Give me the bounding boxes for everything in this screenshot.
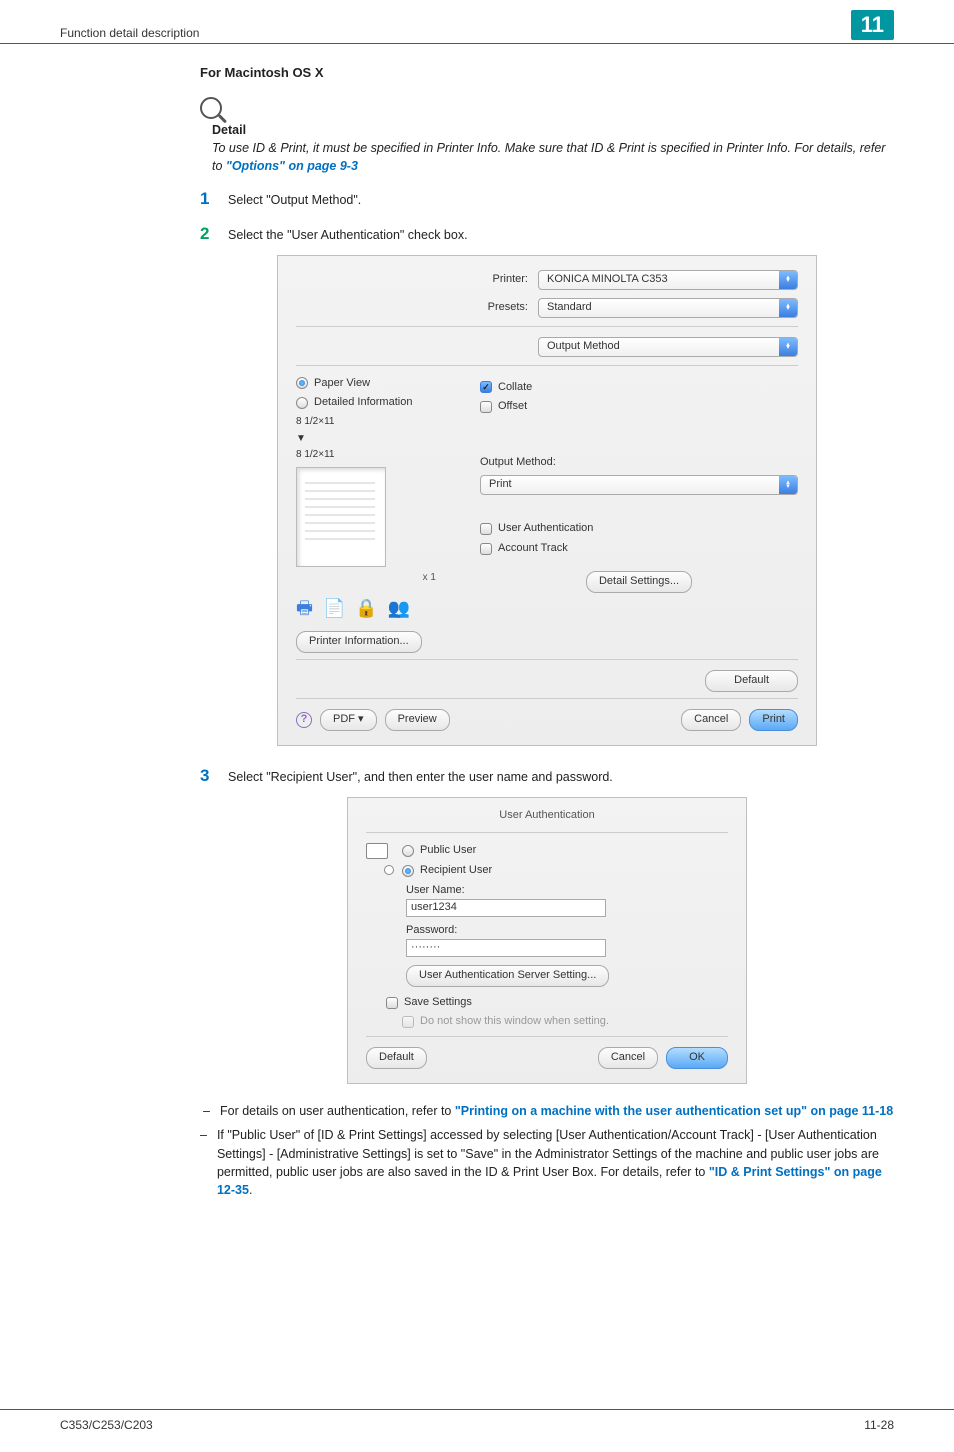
detailed-info-radio[interactable]: Detailed Information <box>296 395 466 411</box>
checkbox-icon <box>402 1016 414 1028</box>
chevron-updown-icon <box>779 338 797 356</box>
cancel-button[interactable]: Cancel <box>681 709 741 731</box>
magnifier-icon <box>200 97 222 119</box>
chevron-updown-icon <box>779 271 797 289</box>
printer-information-button[interactable]: Printer Information... <box>296 631 422 653</box>
collate-label: Collate <box>498 380 532 396</box>
document-icon[interactable]: 📄 <box>323 595 345 621</box>
paper-view-radio[interactable]: Paper View <box>296 376 466 392</box>
help-icon[interactable]: ? <box>296 712 312 728</box>
do-not-show-checkbox: Do not show this window when setting. <box>402 1014 728 1030</box>
panel-select[interactable]: Output Method <box>538 337 798 357</box>
default-button[interactable]: Default <box>366 1047 427 1069</box>
note-1-pre: For details on user authentication, refe… <box>220 1104 455 1118</box>
offset-checkbox[interactable]: Offset <box>480 399 798 415</box>
detail-label: Detail <box>212 121 894 139</box>
header-title: Function detail description <box>60 26 199 40</box>
password-value: ········ <box>411 940 440 956</box>
do-not-show-label: Do not show this window when setting. <box>420 1014 609 1030</box>
note-2: If "Public User" of [ID & Print Settings… <box>217 1126 894 1199</box>
output-method-select[interactable]: Print <box>480 475 798 495</box>
pdf-button[interactable]: PDF ▾ <box>320 709 377 731</box>
step-number-2: 2 <box>200 222 214 247</box>
auth-user-icon <box>366 843 394 875</box>
ok-button[interactable]: OK <box>666 1047 728 1069</box>
user-authentication-checkbox[interactable]: User Authentication <box>480 521 798 537</box>
password-input[interactable]: ········ <box>406 939 606 957</box>
print-button[interactable]: Print <box>749 709 798 731</box>
period: . <box>249 1183 252 1197</box>
step-3-text: Select "Recipient User", and then enter … <box>228 768 894 786</box>
output-method-label: Output Method: <box>480 455 798 471</box>
lock-icon[interactable]: 🔒 <box>355 595 377 621</box>
password-label: Password: <box>406 923 728 939</box>
bullet-dash: – <box>200 1126 207 1199</box>
account-track-label: Account Track <box>498 541 568 557</box>
detail-settings-button[interactable]: Detail Settings... <box>586 571 692 593</box>
paper-view-label: Paper View <box>314 376 370 392</box>
cancel-button[interactable]: Cancel <box>598 1047 658 1069</box>
note-1-link[interactable]: "Printing on a machine with the user aut… <box>455 1104 893 1118</box>
user-authentication-dialog: User Authentication Public User Recipien… <box>347 797 747 1084</box>
size-bottom: 8 1/2×11 <box>296 448 466 463</box>
os-heading: For Macintosh OS X <box>200 64 894 83</box>
checkbox-icon <box>480 381 492 393</box>
public-user-label: Public User <box>420 843 476 859</box>
save-settings-checkbox[interactable]: Save Settings <box>386 995 728 1011</box>
step-number-3: 3 <box>200 764 214 789</box>
step-1-text: Select "Output Method". <box>228 191 894 209</box>
options-link[interactable]: "Options" on page 9-3 <box>226 159 358 173</box>
radio-icon <box>296 397 308 409</box>
user-auth-label: User Authentication <box>498 521 593 537</box>
recipient-user-radio[interactable]: Recipient User <box>402 863 492 879</box>
user-name-label: User Name: <box>406 883 728 899</box>
user-name-input[interactable]: user1234 <box>406 899 606 917</box>
printer-select[interactable]: KONICA MINOLTA C353 <box>538 270 798 290</box>
collate-checkbox[interactable]: Collate <box>480 380 798 396</box>
printer-icon[interactable]: 🖶 <box>296 595 313 621</box>
detail-text: To use ID & Print, it must be specified … <box>212 139 894 175</box>
step-number-1: 1 <box>200 187 214 212</box>
note-1: For details on user authentication, refe… <box>220 1102 893 1120</box>
page-preview <box>296 467 386 567</box>
preview-button[interactable]: Preview <box>385 709 450 731</box>
printer-label: Printer: <box>468 272 528 288</box>
panel-value: Output Method <box>547 339 620 355</box>
presets-label: Presets: <box>468 300 528 316</box>
presets-select[interactable]: Standard <box>538 298 798 318</box>
size-top: 8 1/2×11 <box>296 415 466 430</box>
dialog2-title: User Authentication <box>366 808 728 824</box>
radio-icon <box>296 377 308 389</box>
printer-value: KONICA MINOLTA C353 <box>547 272 668 288</box>
chapter-badge: 11 <box>851 10 894 40</box>
print-dialog: Printer: KONICA MINOLTA C353 Presets: St… <box>277 255 817 747</box>
footer-right: 11-28 <box>864 1418 894 1432</box>
checkbox-icon <box>386 997 398 1009</box>
arrow-down-icon: ▼ <box>296 432 466 447</box>
server-setting-button[interactable]: User Authentication Server Setting... <box>406 965 609 987</box>
radio-icon <box>402 865 414 877</box>
chevron-updown-icon <box>779 299 797 317</box>
save-settings-label: Save Settings <box>404 995 472 1011</box>
checkbox-icon <box>480 523 492 535</box>
default-button[interactable]: Default <box>705 670 798 692</box>
account-track-checkbox[interactable]: Account Track <box>480 541 798 557</box>
checkbox-icon <box>480 401 492 413</box>
detailed-info-label: Detailed Information <box>314 395 412 411</box>
public-user-radio[interactable]: Public User <box>402 843 492 859</box>
user-name-value: user1234 <box>411 900 457 916</box>
offset-label: Offset <box>498 399 527 415</box>
page-count: x 1 <box>296 571 466 586</box>
recipient-user-label: Recipient User <box>420 863 492 879</box>
presets-value: Standard <box>547 300 592 316</box>
radio-icon <box>402 845 414 857</box>
output-method-value: Print <box>489 477 512 493</box>
checkbox-icon <box>480 543 492 555</box>
chevron-updown-icon <box>779 476 797 494</box>
bullet-dash: – <box>200 1102 210 1120</box>
people-icon[interactable]: 👥 <box>388 595 410 621</box>
step-2-text: Select the "User Authentication" check b… <box>228 226 894 244</box>
footer-left: C353/C253/C203 <box>60 1418 153 1432</box>
